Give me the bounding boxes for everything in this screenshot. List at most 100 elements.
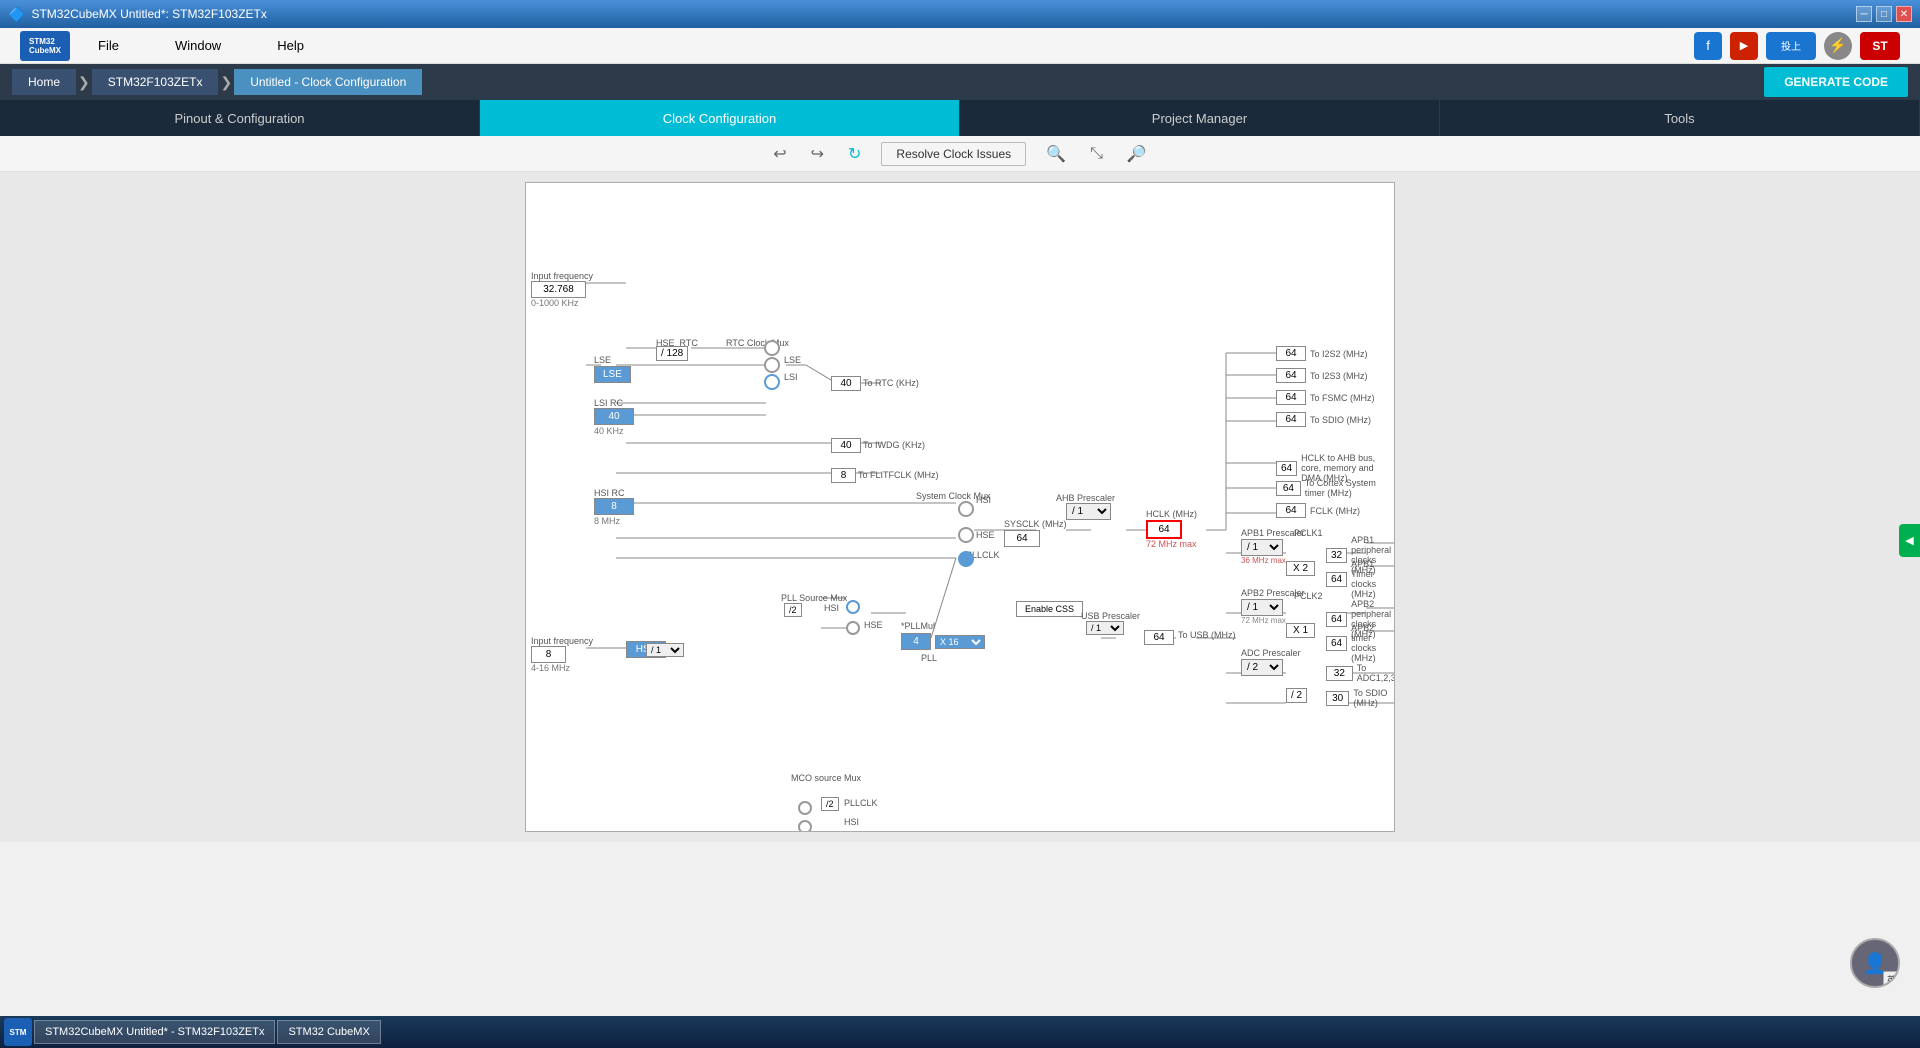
sysclk-val: 64 [1004, 530, 1040, 547]
sys-mux-hse[interactable] [958, 527, 974, 543]
pll-mul-select[interactable]: X 16 [935, 635, 985, 649]
menu-window[interactable]: Window [167, 34, 229, 57]
pllclk-mco-label: PLLCLK [844, 798, 878, 808]
sysclk-label-text: SYSCLK (MHz) 64 [1004, 519, 1067, 547]
tab-bar: Pinout & Configuration Clock Configurati… [0, 100, 1920, 136]
menu-bar: STM32CubeMX File Window Help f ▶ 投上 ⚡ ST [0, 28, 1920, 64]
ahb-select[interactable]: / 1 [1066, 503, 1111, 520]
apb1-select[interactable]: / 1 [1241, 539, 1283, 556]
social-icon-4[interactable]: ⚡ [1824, 32, 1852, 60]
menu-file[interactable]: File [90, 34, 127, 57]
taskbar: STM STM32CubeMX Untitled* - STM32F103ZET… [0, 1016, 1920, 1048]
lse-label: LSE LSE [594, 355, 631, 383]
rtc-mux-circle-3[interactable] [764, 374, 780, 390]
breadcrumb-config[interactable]: Untitled - Clock Configuration [234, 69, 422, 95]
undo-icon[interactable]: ↩ [769, 140, 790, 168]
hclk-area: HCLK (MHz) 64 72 MHz max [1146, 509, 1197, 549]
rtc-mux-circle-1[interactable] [764, 340, 780, 356]
usb-output-label: To USB (MHz) [1178, 630, 1236, 640]
taskbar-item-2[interactable]: STM32 CubeMX [277, 1020, 380, 1044]
social-icon-2[interactable]: ▶ [1730, 32, 1758, 60]
lsi-box[interactable]: 40 [594, 408, 634, 425]
tab-project[interactable]: Project Manager [960, 100, 1440, 136]
clock-diagram: Input frequency 32.768 0-1000 KHz LSE LS… [525, 182, 1395, 832]
div2-bottom-box: / 2 [1286, 688, 1307, 703]
title-bar-text: STM32CubeMX Untitled*: STM32F103ZETx [31, 7, 266, 21]
sys-mux-pll[interactable] [958, 551, 974, 567]
taskbar-item-1[interactable]: STM32CubeMX Untitled* - STM32F103ZETx [34, 1020, 275, 1044]
minimize-button[interactable]: ─ [1856, 6, 1872, 22]
hse-sys-label: HSE [976, 530, 995, 540]
st-logo: ST [1860, 32, 1900, 60]
social-icon-3[interactable]: 投上 [1766, 32, 1816, 60]
title-bar: 🔷 STM32CubeMX Untitled*: STM32F103ZETx ─… [0, 0, 1920, 28]
to-flit-label: To FLITFCLK (MHz) [858, 470, 939, 480]
sdio-mhz-output: 64 To SDIO (MHz) [1276, 412, 1371, 427]
logo: STM32CubeMX [20, 31, 70, 61]
zoom-out-icon[interactable]: 🔎 [1123, 140, 1151, 168]
i2s3-output: 64 To I2S3 (MHz) [1276, 368, 1368, 383]
div128-box[interactable]: / 128 [656, 346, 688, 361]
hclk-val[interactable]: 64 [1146, 520, 1182, 539]
generate-code-button[interactable]: GENERATE CODE [1764, 67, 1908, 97]
resolve-clock-button[interactable]: Resolve Clock Issues [881, 142, 1026, 166]
pll-src-circle-2[interactable] [846, 621, 860, 635]
maximize-button[interactable]: □ [1876, 6, 1892, 22]
breadcrumb-bar: Home ❯ STM32F103ZETx ❯ Untitled - Clock … [0, 64, 1920, 100]
input-freq-val-1[interactable]: 32.768 [531, 281, 586, 298]
menu-help[interactable]: Help [269, 34, 312, 57]
adc-select[interactable]: / 2 [1241, 659, 1283, 676]
mco-circle-2[interactable] [798, 820, 812, 832]
pll-mul-val[interactable]: 4 [901, 633, 931, 650]
input-freq-label-1: Input frequency [531, 271, 593, 281]
expand-button[interactable]: ◀ [1899, 524, 1920, 557]
close-button[interactable]: ✕ [1896, 6, 1912, 22]
redo-icon[interactable]: ↪ [807, 140, 828, 168]
usb-div-select[interactable]: / 1 [1086, 621, 1124, 635]
breadcrumb-items: Home ❯ STM32F103ZETx ❯ Untitled - Clock … [12, 69, 422, 95]
hsi-mux-label: HSI [976, 495, 991, 505]
hsi-rc-label: HSI RC [594, 488, 625, 498]
zoom-in-icon[interactable]: 🔍 [1042, 140, 1070, 168]
input-freq-val-2[interactable]: 8 [531, 646, 566, 663]
fclk-output: 64 FCLK (MHz) [1276, 503, 1360, 518]
adc-output: 32 To ADC1,2,3 [1326, 663, 1395, 683]
apb1-timer-output: 64 APB1 Timer clocks (MHz) [1326, 559, 1394, 599]
usb-val: 64 [1144, 630, 1174, 645]
breadcrumb-home[interactable]: Home [12, 69, 76, 95]
breadcrumb-arrow-1: ❯ [78, 74, 90, 91]
fit-icon[interactable]: ⤡ [1086, 141, 1107, 167]
breadcrumb-mcu[interactable]: STM32F103ZETx [92, 69, 219, 95]
apb2-timer-output: 64 APB2 timer clocks (MHz) [1326, 623, 1394, 663]
pll-label: PLL [921, 653, 937, 663]
hsi-unit: 8 MHz [594, 516, 620, 526]
lse-box[interactable]: LSE [594, 366, 631, 383]
app-icon: 🔷 [8, 6, 25, 23]
hsi-div2-box[interactable]: /2 [784, 603, 802, 617]
apb2-select[interactable]: / 1 [1241, 599, 1283, 616]
hse-div-select[interactable]: / 1 [646, 643, 684, 657]
rtc-mux-circle-2[interactable] [764, 357, 780, 373]
ahb-div-select[interactable]: / 1 [1066, 503, 1111, 520]
tab-tools[interactable]: Tools [1440, 100, 1920, 136]
hse-pll-label: HSE [864, 620, 883, 630]
mco-circle-1[interactable] [798, 801, 812, 815]
avatar[interactable]: 👤 英 [1850, 938, 1900, 988]
tab-pinout[interactable]: Pinout & Configuration [0, 100, 480, 136]
social-icon-1[interactable]: f [1694, 32, 1722, 60]
toolbar: ↩ ↪ ↻ Resolve Clock Issues 🔍 ⤡ 🔎 [0, 136, 1920, 172]
sys-mux-hsi[interactable] [958, 501, 974, 517]
taskbar-start[interactable]: STM [4, 1018, 32, 1046]
pll-src-circle-1[interactable] [846, 600, 860, 614]
to-flit-val: 8 [831, 468, 856, 483]
hsi-box[interactable]: 8 [594, 498, 634, 515]
lse-mux-label: LSE [784, 355, 801, 365]
refresh-icon[interactable]: ↻ [844, 140, 865, 168]
tab-clock[interactable]: Clock Configuration [480, 100, 960, 136]
breadcrumb-arrow-2: ❯ [220, 74, 232, 91]
pclk1-label: PCLK1 [1294, 528, 1323, 538]
input-freq-label-2: Input frequency [531, 636, 593, 646]
pll-mul-area: 4 X 16 [901, 633, 985, 650]
title-bar-controls[interactable]: ─ □ ✕ [1856, 6, 1912, 22]
enable-css-btn[interactable]: Enable CSS [1016, 601, 1083, 617]
